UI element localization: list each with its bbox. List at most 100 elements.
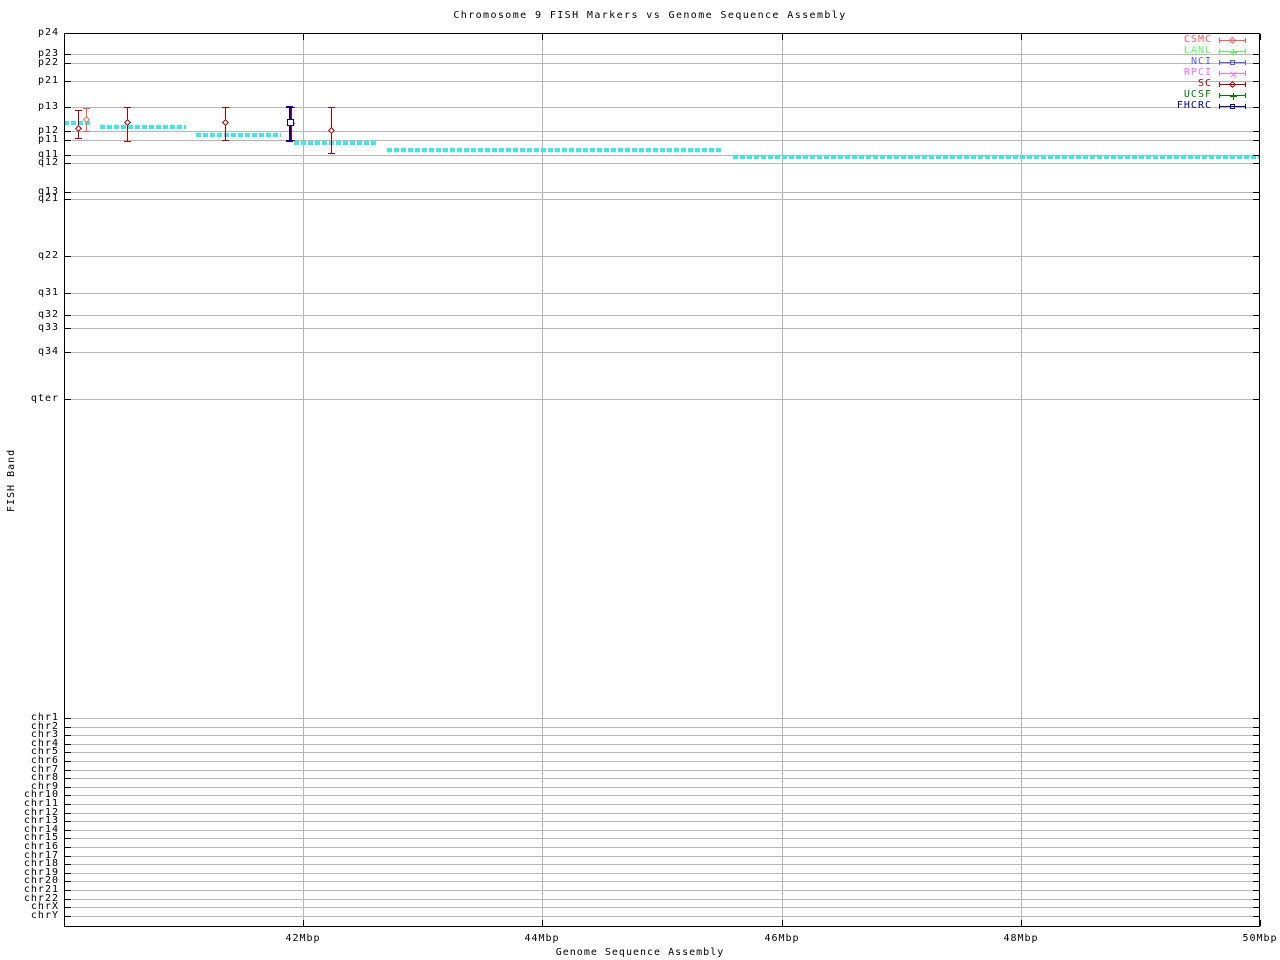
y-tick-label-chrY: chrY — [30, 910, 59, 921]
errorbar-sc-3-cap-top — [124, 107, 131, 108]
y-grid-line-p13 — [65, 107, 1259, 108]
y-grid-line-chr1 — [65, 718, 1259, 719]
y-tick-mark-right — [1253, 830, 1259, 831]
y-tick-mark-right — [1253, 770, 1259, 771]
legend-rpci-x-icon — [1229, 70, 1239, 80]
x-tick-mark-bottom — [782, 920, 783, 926]
legend-sample-cap-right — [1245, 82, 1246, 87]
errorbar-sc-7-diamond-icon — [327, 126, 336, 135]
y-tick-mark-left — [65, 140, 71, 141]
legend-label-lanl: LANL — [1183, 45, 1212, 56]
y-grid-line-chrX — [65, 907, 1259, 908]
errorbar-sc-4-cap-top — [222, 107, 229, 108]
y-tick-mark-left — [65, 155, 71, 156]
y-grid-line-p12 — [65, 131, 1259, 132]
legend-sample-line-csmc — [1219, 40, 1246, 41]
y-grid-line-q31 — [65, 293, 1259, 294]
legend-sample-line-ucsf — [1219, 95, 1246, 96]
y-tick-mark-left — [65, 131, 71, 132]
errorbar-csmc-2-cap-top — [83, 108, 90, 109]
y-tick-mark-right — [1253, 787, 1259, 788]
y-tick-mark-right — [1253, 864, 1259, 865]
y-tick-mark-left — [65, 744, 71, 745]
y-tick-mark-left — [65, 830, 71, 831]
y-tick-mark-right — [1253, 727, 1259, 728]
y-tick-mark-right — [1253, 33, 1259, 34]
errorbar-sc-1-cap-top — [75, 110, 82, 111]
x-tick-mark-top — [542, 34, 543, 40]
y-grid-line-chr5 — [65, 752, 1259, 753]
x-tick-mark-top — [1021, 34, 1022, 40]
y-grid-line-chr4 — [65, 744, 1259, 745]
errorbar-fhcrc-6-cap-bottom — [286, 140, 293, 142]
y-grid-line-p11 — [65, 140, 1259, 141]
legend-sample-line-fhcrc — [1219, 106, 1246, 107]
y-grid-line-chr8 — [65, 778, 1259, 779]
x-tick-mark-bottom — [303, 920, 304, 926]
y-tick-mark-right — [1253, 131, 1259, 132]
y-grid-line-chr13 — [65, 821, 1259, 822]
legend-sample-cap-left — [1219, 38, 1220, 43]
y-tick-mark-left — [65, 795, 71, 796]
y-tick-mark-left — [65, 192, 71, 193]
y-tick-mark-left — [65, 107, 71, 108]
y-grid-line-chr11 — [65, 804, 1259, 805]
y-grid-line-p21 — [65, 81, 1259, 82]
y-tick-mark-right — [1253, 899, 1259, 900]
y-tick-mark-left — [65, 256, 71, 257]
y-grid-line-chr12 — [65, 813, 1259, 814]
y-tick-mark-right — [1253, 315, 1259, 316]
y-tick-mark-right — [1253, 328, 1259, 329]
y-tick-mark-left — [65, 813, 71, 814]
legend-sample-cap-left — [1219, 93, 1220, 98]
y-tick-mark-left — [65, 804, 71, 805]
legend-sample-line-rpci — [1219, 73, 1246, 74]
x-tick-label-42Mbp: 42Mbp — [285, 933, 321, 944]
legend-sample-cap-left — [1219, 82, 1220, 87]
y-tick-mark-left — [65, 864, 71, 865]
y-grid-line-chr9 — [65, 787, 1259, 788]
errorbar-sc-4-diamond-icon — [221, 118, 230, 127]
y-grid-line-q13 — [65, 192, 1259, 193]
legend-sample-line-nci — [1219, 62, 1246, 63]
y-tick-mark-left — [65, 821, 71, 822]
legend-sample-cap-right — [1245, 93, 1246, 98]
x-tick-label-46Mbp: 46Mbp — [764, 933, 800, 944]
y-grid-line-p23 — [65, 54, 1259, 55]
y-tick-mark-right — [1253, 199, 1259, 200]
legend-sample-cap-left — [1219, 104, 1220, 109]
x-tick-mark-bottom — [542, 920, 543, 926]
y-tick-mark-left — [65, 54, 71, 55]
y-tick-label-q31: q31 — [37, 287, 59, 298]
y-grid-line-qter — [65, 399, 1259, 400]
y-tick-mark-right — [1253, 155, 1259, 156]
legend-sample-cap-right — [1245, 60, 1246, 65]
x-grid-line-46Mbp — [782, 34, 783, 926]
y-grid-line-chr10 — [65, 795, 1259, 796]
y-grid-line-chr2 — [65, 727, 1259, 728]
x-tick-label-50Mbp: 50Mbp — [1242, 933, 1278, 944]
legend-sample-cap-right — [1245, 38, 1246, 43]
y-tick-mark-left — [65, 752, 71, 753]
y-tick-mark-left — [65, 163, 71, 164]
y-tick-label-q21: q21 — [37, 193, 59, 204]
legend-sample-cap-right — [1245, 49, 1246, 54]
y-tick-label-p13: p13 — [37, 101, 59, 112]
y-tick-label-p21: p21 — [37, 75, 59, 86]
y-grid-line-q22 — [65, 256, 1259, 257]
y-tick-mark-right — [1253, 838, 1259, 839]
y-grid-line-chr20 — [65, 881, 1259, 882]
y-tick-label-p11: p11 — [37, 134, 59, 145]
y-grid-line-chr6 — [65, 761, 1259, 762]
legend-label-rpci: RPCI — [1183, 67, 1212, 78]
y-tick-mark-right — [1253, 107, 1259, 108]
y-grid-line-q33 — [65, 328, 1259, 329]
plot-area: p24 p23 p22 p21 p13 p12 p11 q11 q12 q13 q21 q22 q31 q… — [0, 0, 1280, 960]
y-tick-label-p24: p24 — [37, 27, 59, 38]
y-tick-label-p22: p22 — [37, 57, 59, 68]
y-tick-mark-right — [1253, 63, 1259, 64]
y-tick-mark-right — [1253, 795, 1259, 796]
y-tick-mark-left — [65, 315, 71, 316]
y-tick-mark-left — [65, 873, 71, 874]
legend-sample-cap-right — [1245, 104, 1246, 109]
